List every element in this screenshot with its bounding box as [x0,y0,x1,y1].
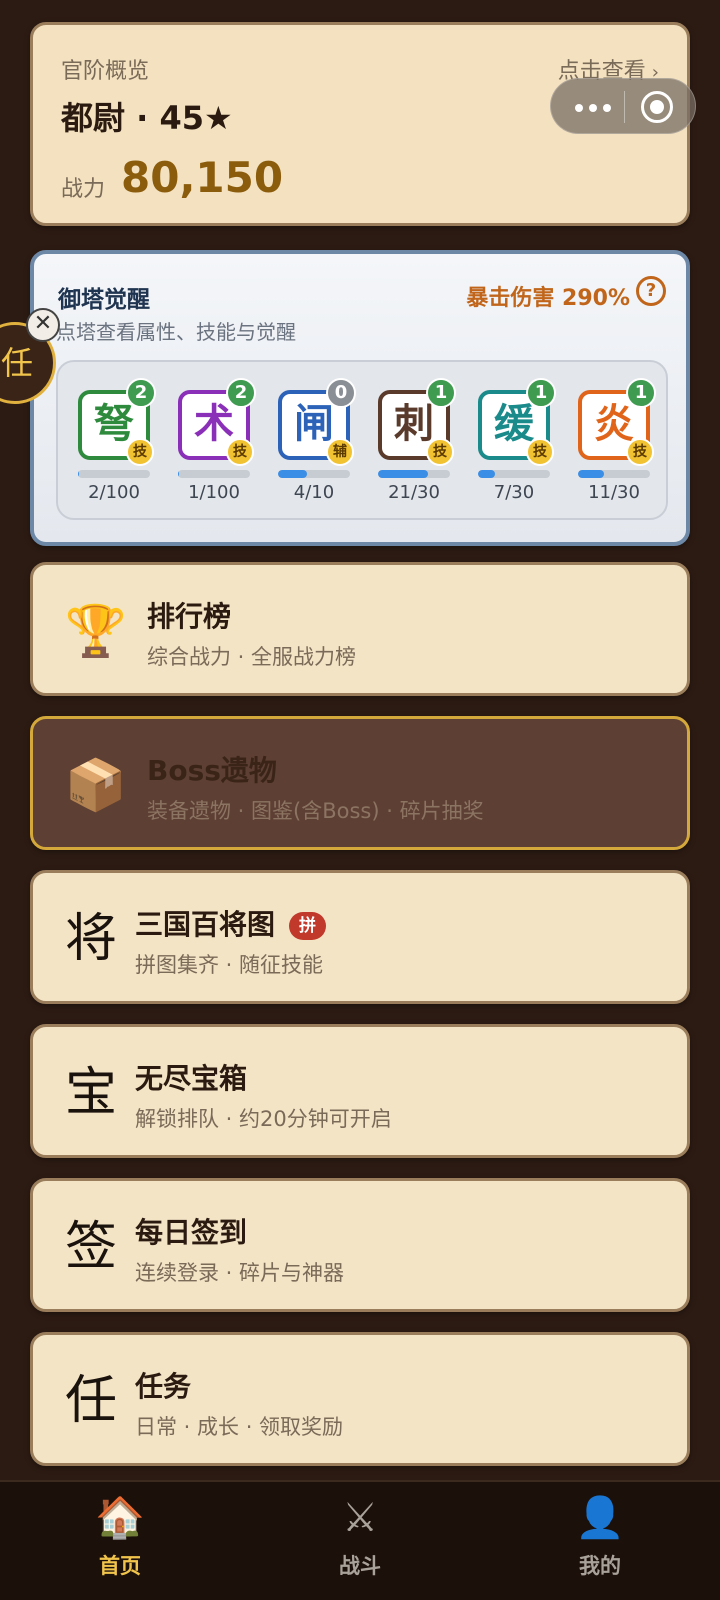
capsule-divider [624,91,625,123]
daily-signin-card[interactable]: 签每日签到连续登录 · 碎片与神器 [30,1178,690,1312]
tower-level-badge: 2 [226,378,256,408]
rank-title: 都尉 · 45★ [61,99,233,137]
tower-item[interactable]: 刺 1 技 21/30 [366,362,462,522]
close-icon[interactable]: ✕ [26,308,60,342]
tasks-card[interactable]: 任任务日常 · 成长 · 领取奖励 [30,1332,690,1466]
tower-type-badge: 技 [426,438,454,466]
more-options-icon[interactable] [567,89,619,125]
tower-progress-bar [378,470,450,478]
tab-label: 我的 [579,1554,621,1578]
tower-item[interactable]: 缓 1 技 7/30 [466,362,562,522]
tower-progress-fill [578,470,605,478]
tower-progress-text: 2/100 [88,482,140,503]
tower-progress-fill [478,470,495,478]
exit-miniprogram-icon[interactable] [641,91,673,123]
tower-progress-text: 4/10 [293,482,335,503]
tower-progress-text: 21/30 [388,482,440,503]
help-icon[interactable]: ? [636,276,666,306]
tower-type-badge: 技 [226,438,254,466]
tower-progress-bar [478,470,550,478]
tower-progress-fill [78,470,80,478]
tower-progress-bar [178,470,250,478]
menu-title-text: 排行榜 [147,600,232,633]
tab-mine[interactable]: 👤 我的 [480,1482,720,1600]
home-icon: 🏠 [95,1495,145,1541]
tower-type-badge: 技 [526,438,554,466]
boss-relics-card[interactable]: 📦 Boss遗物装备遗物 · 图鉴(含Boss) · 碎片抽奖 [30,716,690,850]
tower-progress-text: 7/30 [493,482,535,503]
tasks-glyph-icon: 任 [64,1371,117,1431]
miniprogram-capsule [550,78,696,134]
menu-title-text: 任务 [135,1370,192,1403]
tower-item[interactable]: 闸 0 辅 4/10 [266,362,362,522]
tower-progress-bar [78,470,150,478]
tower-level-badge: 0 [326,378,356,408]
tower-item[interactable]: 术 2 技 1/100 [166,362,262,522]
crit-damage-stat: 暴击伤害 290% [466,286,630,311]
menu-title: 每日签到 [135,1211,247,1251]
tab-label: 战斗 [339,1554,381,1578]
menu-subtitle: 综合战力 · 全服战力榜 [147,645,357,669]
tower-type-badge: 技 [126,438,154,466]
power-label: 战力 [61,177,106,202]
tower-type-badge: 技 [626,438,654,466]
menu-subtitle: 日常 · 成长 · 领取奖励 [135,1415,344,1439]
tower-level-badge: 1 [526,378,556,408]
generals-album-glyph-icon: 将 [64,909,117,969]
tab-label: 首页 [99,1554,141,1578]
tower-type-badge: 辅 [326,438,354,466]
tower-progress-text: 1/100 [188,482,240,503]
tower-progress-bar [278,470,350,478]
menu-title-text: 每日签到 [135,1216,248,1249]
daily-signin-glyph-icon: 签 [64,1217,117,1277]
battle-icon: ⚔ [342,1495,378,1541]
generals-album-card[interactable]: 将三国百将图拼拼图集齐 · 随征技能 [30,870,690,1004]
tower-awakening-card: 御塔觉醒 点塔查看属性、技能与觉醒 暴击伤害 290% ? 弩 2 技 2/100 术 2… [30,250,690,546]
mine-icon: 👤 [575,1495,625,1541]
menu-title: 无尽宝箱 [135,1057,247,1097]
tab-home[interactable]: 🏠 首页 [0,1482,240,1600]
tower-progress-text: 11/30 [588,482,640,503]
menu-title-text: Boss遗物 [147,754,277,787]
tower-progress-fill [178,470,179,478]
tower-title: 御塔觉醒 [58,287,150,313]
tower-progress-fill [378,470,429,478]
menu-subtitle: 装备遗物 · 图鉴(含Boss) · 碎片抽奖 [147,799,484,823]
tower-progress-fill [278,470,307,478]
tower-level-badge: 2 [126,378,156,408]
menu-subtitle: 解锁排队 · 约20分钟可开启 [135,1107,392,1131]
tower-progress-bar [578,470,650,478]
tower-subtitle: 点塔查看属性、技能与觉醒 [56,320,296,344]
leaderboard-card[interactable]: 🏆 排行榜综合战力 · 全服战力榜 [30,562,690,696]
tower-level-badge: 1 [626,378,656,408]
menu-title: 排行榜 [147,595,231,635]
menu-subtitle: 拼图集齐 · 随征技能 [135,953,324,977]
menu-title: 任务 [135,1365,191,1405]
tower-list: 弩 2 技 2/100 术 2 技 1/100 闸 0 辅 4/10 刺 1 技 21/30 缓 1 技 7/30 炎 1… [56,360,668,520]
menu-title: Boss遗物 [147,749,277,789]
power-value: 80,150 [121,153,284,202]
menu-subtitle: 连续登录 · 碎片与神器 [135,1261,345,1285]
tower-item[interactable]: 炎 1 技 11/30 [566,362,662,522]
trophy-icon: 🏆 [64,602,128,660]
tab-battle[interactable]: ⚔ 战斗 [240,1482,480,1600]
menu-title: 三国百将图拼 [135,903,327,943]
rank-overview-label: 官阶概览 [61,59,150,84]
bottom-tab-bar: 🏠 首页 ⚔ 战斗 👤 我的 [0,1480,720,1600]
puzzle-badge: 拼 [289,912,327,940]
package-icon: 📦 [64,756,128,814]
endless-chest-glyph-icon: 宝 [64,1063,117,1123]
tower-item[interactable]: 弩 2 技 2/100 [66,362,162,522]
menu-title-text: 三国百将图 [135,908,276,941]
menu-title-text: 无尽宝箱 [135,1062,248,1095]
tower-level-badge: 1 [426,378,456,408]
endless-chest-card[interactable]: 宝无尽宝箱解锁排队 · 约20分钟可开启 [30,1024,690,1158]
